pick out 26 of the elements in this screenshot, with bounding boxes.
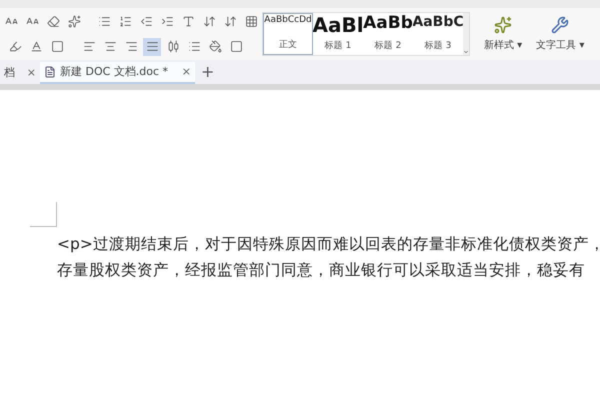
tool-button[interactable]: 文字工具 ▾: [536, 16, 584, 52]
style-label: 标题 3: [424, 40, 452, 52]
document-icon: [44, 66, 56, 78]
tab-label: 新建 DOC 文档.doc *: [60, 64, 170, 80]
style-label: 标题 1: [324, 40, 352, 52]
chevron-down-icon: [463, 49, 469, 55]
text-tools-icon: [551, 16, 570, 34]
paragraph-line: <p>过渡期结束后，对于因特殊原因而难以回表的存量非标准化债权类资产，: [57, 234, 600, 255]
style-label: 标题 2: [374, 40, 402, 52]
margin-corner-mark: [30, 202, 57, 227]
document-tab[interactable]: 新建 DOC 文档.doc * ×: [40, 62, 195, 84]
gallery-scrollbar[interactable]: [463, 13, 469, 55]
align-justify-icon[interactable]: [143, 38, 161, 56]
tool-button[interactable]: 新样式 ▾: [484, 16, 522, 52]
tab-label: 档: [4, 64, 16, 81]
style-label: 正文: [279, 38, 297, 52]
document-tab[interactable]: 档 ×: [0, 62, 40, 84]
close-icon[interactable]: ×: [26, 64, 36, 82]
style-sample: AaBb: [363, 15, 413, 32]
new-style-icon: [494, 16, 512, 34]
style-item[interactable]: AaBbCcDd 正文: [263, 13, 313, 55]
style-sample: AaBbCcDd: [264, 16, 312, 25]
new-tab-button[interactable]: +: [195, 60, 220, 84]
close-icon[interactable]: ×: [182, 64, 191, 80]
paragraph-line: 存量股权类资产，经报监管部门同意，商业银行可以采取适当安排，稳妥有: [57, 260, 586, 281]
style-item[interactable]: AaBb 标题 2: [363, 13, 413, 55]
